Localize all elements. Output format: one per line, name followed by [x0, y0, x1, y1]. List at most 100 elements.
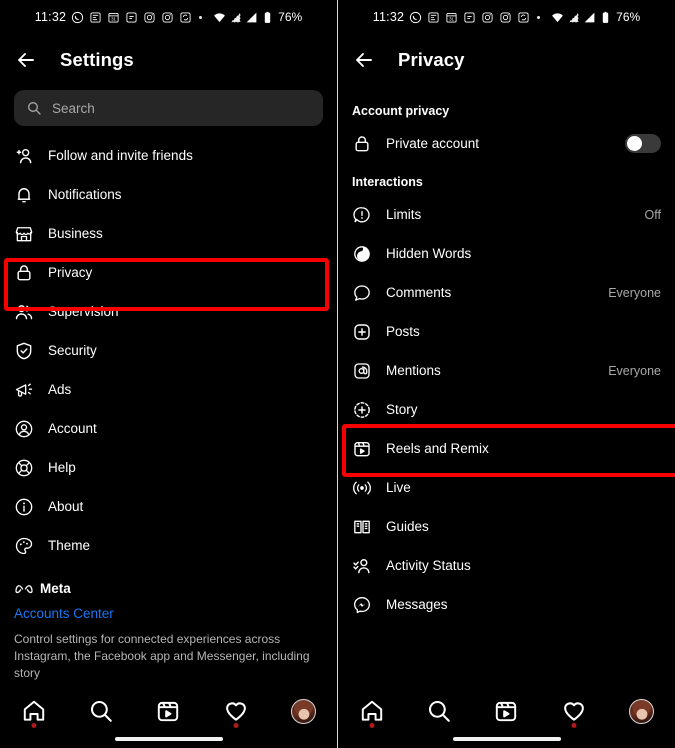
privacy-item-guides[interactable]: Guides	[338, 507, 675, 546]
separator-dot	[199, 15, 203, 19]
settings-item-ads[interactable]: Ads	[0, 370, 337, 409]
privacy-item-value: Everyone	[608, 363, 661, 378]
nav-profile[interactable]	[286, 696, 320, 726]
palette-icon	[15, 537, 33, 554]
search-input[interactable]: Search	[14, 90, 323, 126]
bottom-navigation	[0, 686, 337, 748]
status-bar: 11:32 31 76%	[338, 0, 675, 34]
heart-icon	[225, 702, 246, 721]
privacy-item-private-account[interactable]: Private account	[338, 124, 675, 163]
toggle-knob	[627, 136, 642, 151]
whatsapp-icon	[410, 11, 422, 23]
search-icon	[28, 102, 41, 115]
storefront-icon	[15, 226, 33, 241]
status-bar-indicators: 76%	[551, 10, 640, 24]
privacy-item-label: Live	[386, 480, 411, 495]
privacy-item-label: Private account	[386, 136, 480, 151]
privacy-item-live[interactable]: Live	[338, 468, 675, 507]
home-indicator	[114, 737, 223, 741]
limits-icon	[353, 206, 370, 222]
back-arrow-icon[interactable]	[14, 48, 38, 72]
privacy-item-value: Everyone	[608, 285, 661, 300]
signal-icon-1	[229, 10, 242, 23]
privacy-item-label: Hidden Words	[386, 246, 472, 261]
privacy-item-comments[interactable]: Comments Everyone	[338, 273, 675, 312]
nav-search[interactable]	[84, 696, 118, 726]
section-title-account-privacy: Account privacy	[352, 104, 450, 118]
reels-icon	[354, 441, 370, 456]
nav-home[interactable]	[17, 696, 51, 728]
page-title: Privacy	[398, 49, 465, 70]
privacy-item-label: Reels and Remix	[386, 441, 489, 456]
nav-badge-home	[31, 723, 37, 728]
privacy-item-label: Story	[386, 402, 418, 417]
privacy-screen: 11:32 31 76% Privacy Account privacy Pri…	[337, 0, 675, 748]
heart-icon	[563, 702, 584, 721]
meta-infinity-icon	[15, 585, 33, 594]
privacy-item-mentions[interactable]: Mentions Everyone	[338, 351, 675, 390]
page-title: Settings	[60, 49, 134, 70]
settings-item-about[interactable]: About	[0, 487, 337, 526]
privacy-item-hidden-words[interactable]: Hidden Words	[338, 234, 675, 273]
nav-search[interactable]	[422, 696, 456, 726]
calendar-31-icon: 31	[446, 12, 457, 23]
search-icon	[91, 700, 112, 722]
accounts-center-link[interactable]: Accounts Center	[14, 606, 323, 621]
hidden-words-icon	[354, 245, 370, 262]
settings-item-label: Notifications	[48, 187, 122, 202]
status-bar-time: 11:32	[34, 10, 67, 24]
settings-item-label: Ads	[48, 382, 72, 397]
nav-badge-home	[369, 723, 375, 728]
battery-percent: 76%	[278, 10, 303, 24]
activity-status-icon	[353, 558, 370, 573]
privacy-item-messages[interactable]: Messages	[338, 585, 675, 624]
privacy-item-label: Comments	[386, 285, 452, 300]
settings-item-account[interactable]: Account	[0, 409, 337, 448]
nav-reels[interactable]	[489, 696, 523, 726]
news-icon	[428, 11, 439, 23]
nav-reels[interactable]	[151, 696, 185, 726]
plus-square-icon	[354, 323, 370, 340]
status-bar-indicators: 76%	[213, 10, 302, 24]
privacy-item-label: Posts	[386, 324, 420, 339]
settings-item-security[interactable]: Security	[0, 331, 337, 370]
privacy-item-label: Mentions	[386, 363, 441, 378]
privacy-item-limits[interactable]: Limits Off	[338, 195, 675, 234]
sync-icon	[518, 11, 529, 23]
settings-item-privacy[interactable]: Privacy	[0, 253, 337, 292]
signal-icon-1	[567, 10, 580, 23]
meta-description: Control settings for connected experienc…	[14, 632, 310, 680]
privacy-item-reels-and-remix[interactable]: Reels and Remix	[338, 429, 675, 468]
settings-item-help[interactable]: Help	[0, 448, 337, 487]
settings-item-notifications[interactable]: Notifications	[0, 175, 337, 214]
nav-home[interactable]	[355, 696, 389, 728]
avatar-icon	[628, 698, 654, 724]
nav-activity[interactable]	[219, 696, 253, 728]
settings-item-theme[interactable]: Theme	[0, 526, 337, 565]
nav-badge-activity	[571, 723, 577, 728]
comment-icon	[354, 284, 370, 301]
signal-icon-2	[584, 12, 595, 22]
settings-item-label: Follow and invite friends	[48, 148, 193, 163]
app-icon	[126, 11, 137, 23]
nav-activity[interactable]	[557, 696, 591, 728]
nav-profile[interactable]	[624, 696, 658, 726]
privacy-item-story[interactable]: Story	[338, 390, 675, 429]
meta-brand: Meta	[14, 581, 323, 596]
avatar-icon	[290, 698, 316, 724]
at-mention-icon	[354, 362, 370, 379]
privacy-item-activity-status[interactable]: Activity Status	[338, 546, 675, 585]
instagram-icon	[144, 11, 155, 23]
search-container: Search	[0, 86, 337, 126]
settings-item-supervision[interactable]: Supervision	[0, 292, 337, 331]
live-broadcast-icon	[353, 481, 371, 494]
bottom-navigation	[338, 686, 675, 748]
home-icon	[23, 700, 44, 721]
settings-item-follow-and-invite-friends[interactable]: Follow and invite friends	[0, 136, 337, 175]
person-circle-icon	[15, 420, 33, 437]
private-account-toggle[interactable]	[625, 134, 661, 153]
settings-item-label: Account	[48, 421, 97, 436]
privacy-item-posts[interactable]: Posts	[338, 312, 675, 351]
back-arrow-icon[interactable]	[352, 48, 376, 72]
settings-item-business[interactable]: Business	[0, 214, 337, 253]
